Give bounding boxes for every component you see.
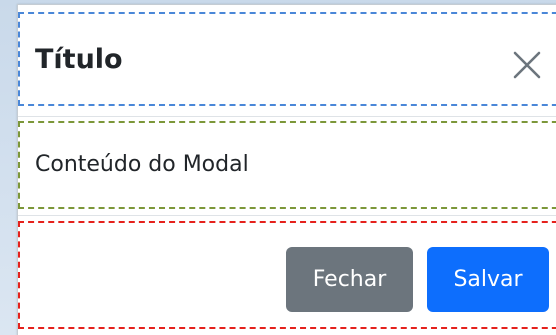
footer-divider <box>18 215 556 216</box>
modal-title: Título <box>35 44 123 75</box>
page-background: Título Conteúdo do Modal Fechar Salvar <box>0 0 556 335</box>
header-divider <box>18 116 556 117</box>
save-button[interactable]: Salvar <box>427 247 549 312</box>
close-button[interactable]: Fechar <box>286 247 413 312</box>
modal-content: Conteúdo do Modal <box>35 152 249 177</box>
close-icon[interactable] <box>510 48 544 82</box>
